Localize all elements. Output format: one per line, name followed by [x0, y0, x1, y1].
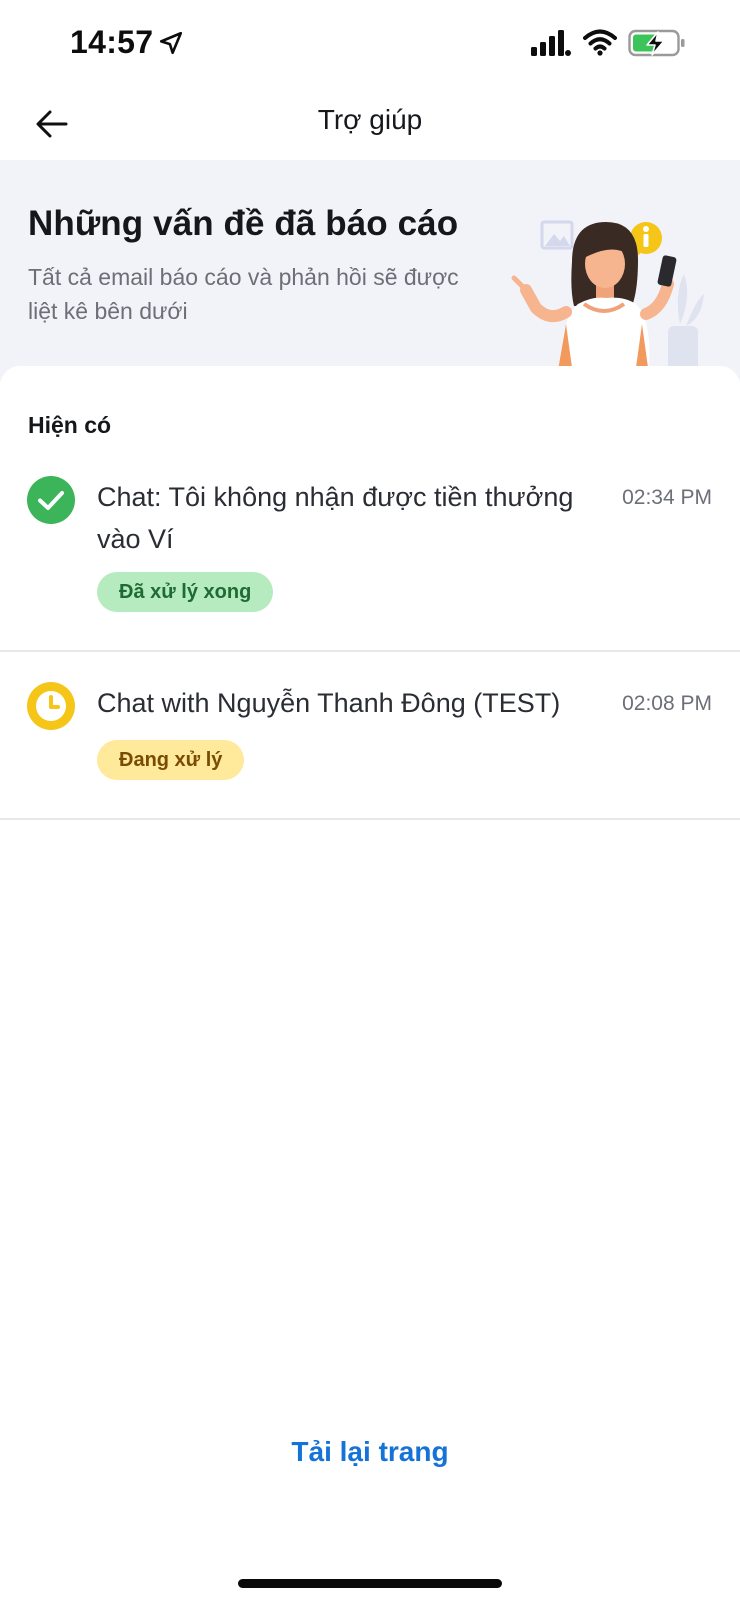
battery-charging-icon: [628, 29, 685, 57]
location-arrow-icon: [159, 31, 183, 55]
clock-icon: [27, 682, 75, 730]
check-circle-icon: [27, 476, 75, 524]
ticket-row[interactable]: Chat: Tôi không nhận được tiền thưởng và…: [0, 466, 740, 652]
woman-with-phone-illustration: [511, 220, 712, 382]
status-bar: 14:57: [0, 0, 740, 88]
status-badge: Đang xử lý: [97, 740, 245, 780]
reported-issues-header: Những vấn đề đã báo cáo Tất cả email báo…: [0, 160, 740, 382]
hero-title: Những vấn đề đã báo cáo: [28, 204, 459, 243]
reload-page-button[interactable]: Tải lại trang: [0, 1436, 740, 1468]
wifi-icon: [583, 29, 617, 56]
ticket-row[interactable]: Chat with Nguyễn Thanh Đông (TEST) 02:08…: [0, 654, 740, 820]
status-badge: Đã xử lý xong: [97, 572, 274, 612]
ticket-title: Chat: Tôi không nhận được tiền thưởng và…: [97, 482, 574, 554]
ticket-time: 02:34 PM: [622, 486, 712, 509]
page-title: Trợ giúp: [317, 104, 423, 135]
hero-subtitle: Tất cả email báo cáo và phản hồi sẽ được…: [28, 264, 459, 324]
status-time: 14:57: [70, 24, 154, 60]
bottom-bar: Tải lại trang: [0, 1380, 740, 1600]
ticket-title: Chat with Nguyễn Thanh Đông (TEST): [97, 688, 561, 718]
home-indicator: [238, 1579, 502, 1588]
nav-bar: Trợ giúp: [0, 88, 740, 160]
section-label: Hiện có: [28, 412, 112, 438]
tickets-sheet: Hiện có Chat: Tôi không nhận được tiền t…: [0, 366, 740, 1366]
ticket-time: 02:08 PM: [622, 692, 712, 715]
signal-icon: [531, 30, 571, 56]
